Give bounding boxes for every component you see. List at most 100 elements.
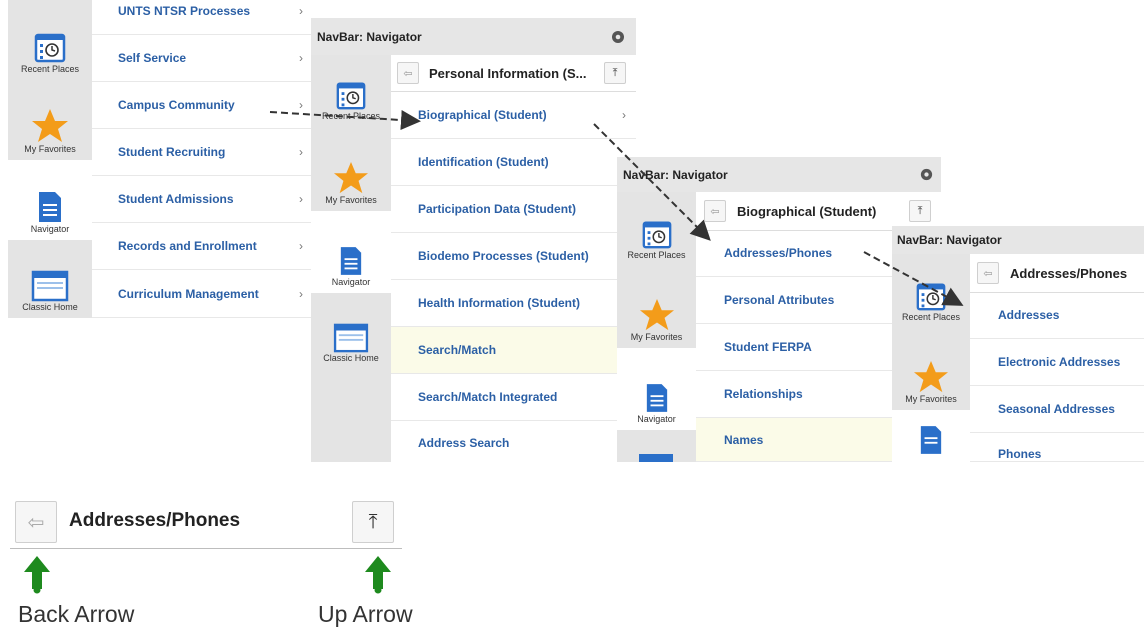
list-item[interactable]: Identification (Student) xyxy=(391,139,636,186)
back-button[interactable]: ⇦ xyxy=(15,501,57,543)
list-item-label: Phones xyxy=(998,447,1042,461)
list-item-label: Health Information (Student) xyxy=(418,296,580,310)
navigator-subheader: ⇦ Personal Information (S... ⤒ xyxy=(391,55,636,92)
back-button[interactable]: ⇦ xyxy=(977,262,999,284)
sidebar-label: Navigator xyxy=(30,224,70,234)
back-arrow-icon: ⇦ xyxy=(983,267,993,280)
list-item[interactable]: Student Recruiting › xyxy=(92,129,313,176)
list-item-label: Student Recruiting xyxy=(118,145,226,159)
list-item[interactable]: Participation Data (Student) xyxy=(391,186,636,233)
back-arrow-caption: Back Arrow xyxy=(18,601,135,627)
sidebar-label: My Favorites xyxy=(630,332,683,342)
chevron-right-icon: › xyxy=(299,98,303,112)
list-item[interactable]: Seasonal Addresses xyxy=(970,386,1144,433)
sidebar-navigator[interactable]: Navigator xyxy=(617,348,696,430)
calendar-clock-icon xyxy=(34,33,66,63)
list-item-label: Biographical (Student) xyxy=(418,107,547,122)
up-button[interactable]: ⤒ xyxy=(352,501,394,543)
header-example-title: Addresses/Phones xyxy=(69,510,241,531)
sidebar-recent-places[interactable]: Recent Places xyxy=(8,0,92,80)
list-item[interactable]: Search/Match Integrated xyxy=(391,374,636,421)
list-item[interactable]: Addresses xyxy=(970,292,1144,339)
gear-icon[interactable] xyxy=(610,29,626,45)
chevron-right-icon: › xyxy=(299,51,303,65)
list-item[interactable]: Biodemo Processes (Student) xyxy=(391,233,636,280)
document-icon xyxy=(39,192,61,222)
navigator-panel-4: NavBar: Navigator Recent Places My Favor… xyxy=(892,226,1144,462)
list-item-label: UNTS NTSR Processes xyxy=(118,4,251,18)
sidebar-recent-places[interactable]: Recent Places xyxy=(311,55,391,127)
list-item-label: Search/Match xyxy=(418,343,497,357)
window-icon xyxy=(639,454,673,462)
back-button[interactable]: ⇦ xyxy=(397,62,419,84)
sidebar-label: My Favorites xyxy=(325,195,377,205)
window-icon xyxy=(31,270,69,302)
back-arrow-icon: ⇦ xyxy=(27,511,45,534)
list-item-label: Records and Enrollment xyxy=(118,239,257,253)
star-icon xyxy=(639,298,674,331)
sidebar-label: Recent Places xyxy=(20,64,80,74)
list-item-label: Campus Community xyxy=(118,98,235,112)
sidebar-classic-home[interactable]: Classic Home xyxy=(8,240,92,318)
back-arrow-icon: ⇦ xyxy=(403,67,413,80)
list-item-label: Identification (Student) xyxy=(418,155,549,169)
gear-icon[interactable] xyxy=(919,167,934,182)
back-button[interactable]: ⇦ xyxy=(704,200,726,222)
navbar-sidebar: Recent Places My Favorites Navigator xyxy=(617,192,696,462)
navbar-title: NavBar: Navigator xyxy=(623,168,728,182)
sidebar-label: Navigator xyxy=(637,414,676,424)
sidebar-my-favorites[interactable]: My Favorites xyxy=(8,80,92,160)
navigator-subheader: ⇦ Addresses/Phones xyxy=(970,254,1144,293)
sidebar-navigator[interactable] xyxy=(892,410,970,462)
up-arrow-icon: ⤒ xyxy=(917,204,923,217)
navbar-sidebar: Recent Places My Favorites xyxy=(892,254,970,462)
list-item-label: Address Search xyxy=(418,436,510,450)
sidebar-my-favorites[interactable]: My Favorites xyxy=(892,328,970,410)
star-icon xyxy=(32,109,68,142)
up-button[interactable]: ⤒ xyxy=(604,62,626,84)
sidebar-label: Navigator xyxy=(331,277,371,287)
sidebar-label: My Favorites xyxy=(905,394,957,404)
chevron-right-icon: › xyxy=(299,192,303,206)
list-item[interactable]: Health Information (Student) xyxy=(391,280,636,327)
list-item[interactable]: Address Search xyxy=(391,421,636,462)
list-item[interactable]: Self Service › xyxy=(92,35,313,82)
list-item[interactable]: Records and Enrollment › xyxy=(92,223,313,270)
navbar-title: NavBar: Navigator xyxy=(897,233,1002,247)
chevron-right-icon: › xyxy=(622,107,626,122)
list-item-label: Relationships xyxy=(724,387,803,401)
list-item-label: Search/Match Integrated xyxy=(418,390,558,404)
sidebar-my-favorites[interactable]: My Favorites xyxy=(617,266,696,348)
sidebar-recent-places[interactable]: Recent Places xyxy=(892,264,970,328)
list-item-label: Participation Data (Student) xyxy=(418,202,577,216)
list-item[interactable]: UNTS NTSR Processes › xyxy=(92,0,313,35)
sidebar-label: Classic Home xyxy=(22,302,78,312)
list-item[interactable]: Campus Community › xyxy=(92,82,313,129)
sidebar-my-favorites[interactable]: My Favorites xyxy=(311,127,391,211)
list-item-label: Student Admissions xyxy=(118,192,234,206)
list-item[interactable]: Search/Match xyxy=(391,327,636,374)
sidebar-label: Classic Home xyxy=(323,353,379,363)
sidebar-recent-places[interactable]: Recent Places xyxy=(617,192,696,266)
navbar-title: NavBar: Navigator xyxy=(317,30,422,44)
sidebar-classic-home[interactable]: Classic Home xyxy=(311,293,391,369)
list-item[interactable]: Electronic Addresses xyxy=(970,339,1144,386)
navigator-subtitle: Addresses/Phones xyxy=(1010,266,1128,281)
list-item-label: Curriculum Management xyxy=(118,286,259,301)
sidebar-navigator[interactable]: Navigator xyxy=(8,160,92,240)
document-icon xyxy=(340,247,362,275)
list-item[interactable]: Phones xyxy=(970,433,1144,462)
navigator-panel-2: NavBar: Navigator Recent Places My Favor… xyxy=(311,18,636,462)
chevron-right-icon: › xyxy=(299,286,303,301)
list-item[interactable]: Student Admissions › xyxy=(92,176,313,223)
list-item-label: Seasonal Addresses xyxy=(998,402,1115,416)
up-button[interactable]: ⤒ xyxy=(909,200,931,222)
sidebar-navigator[interactable]: Navigator xyxy=(311,211,391,293)
list-item[interactable]: Biographical (Student) › xyxy=(391,91,636,139)
star-icon xyxy=(334,161,368,194)
list-item[interactable]: Curriculum Management › xyxy=(92,270,313,318)
chevron-right-icon: › xyxy=(299,4,303,18)
sidebar-label: Recent Places xyxy=(321,111,381,121)
sidebar-label: Recent Places xyxy=(901,312,961,322)
window-icon xyxy=(333,323,369,353)
